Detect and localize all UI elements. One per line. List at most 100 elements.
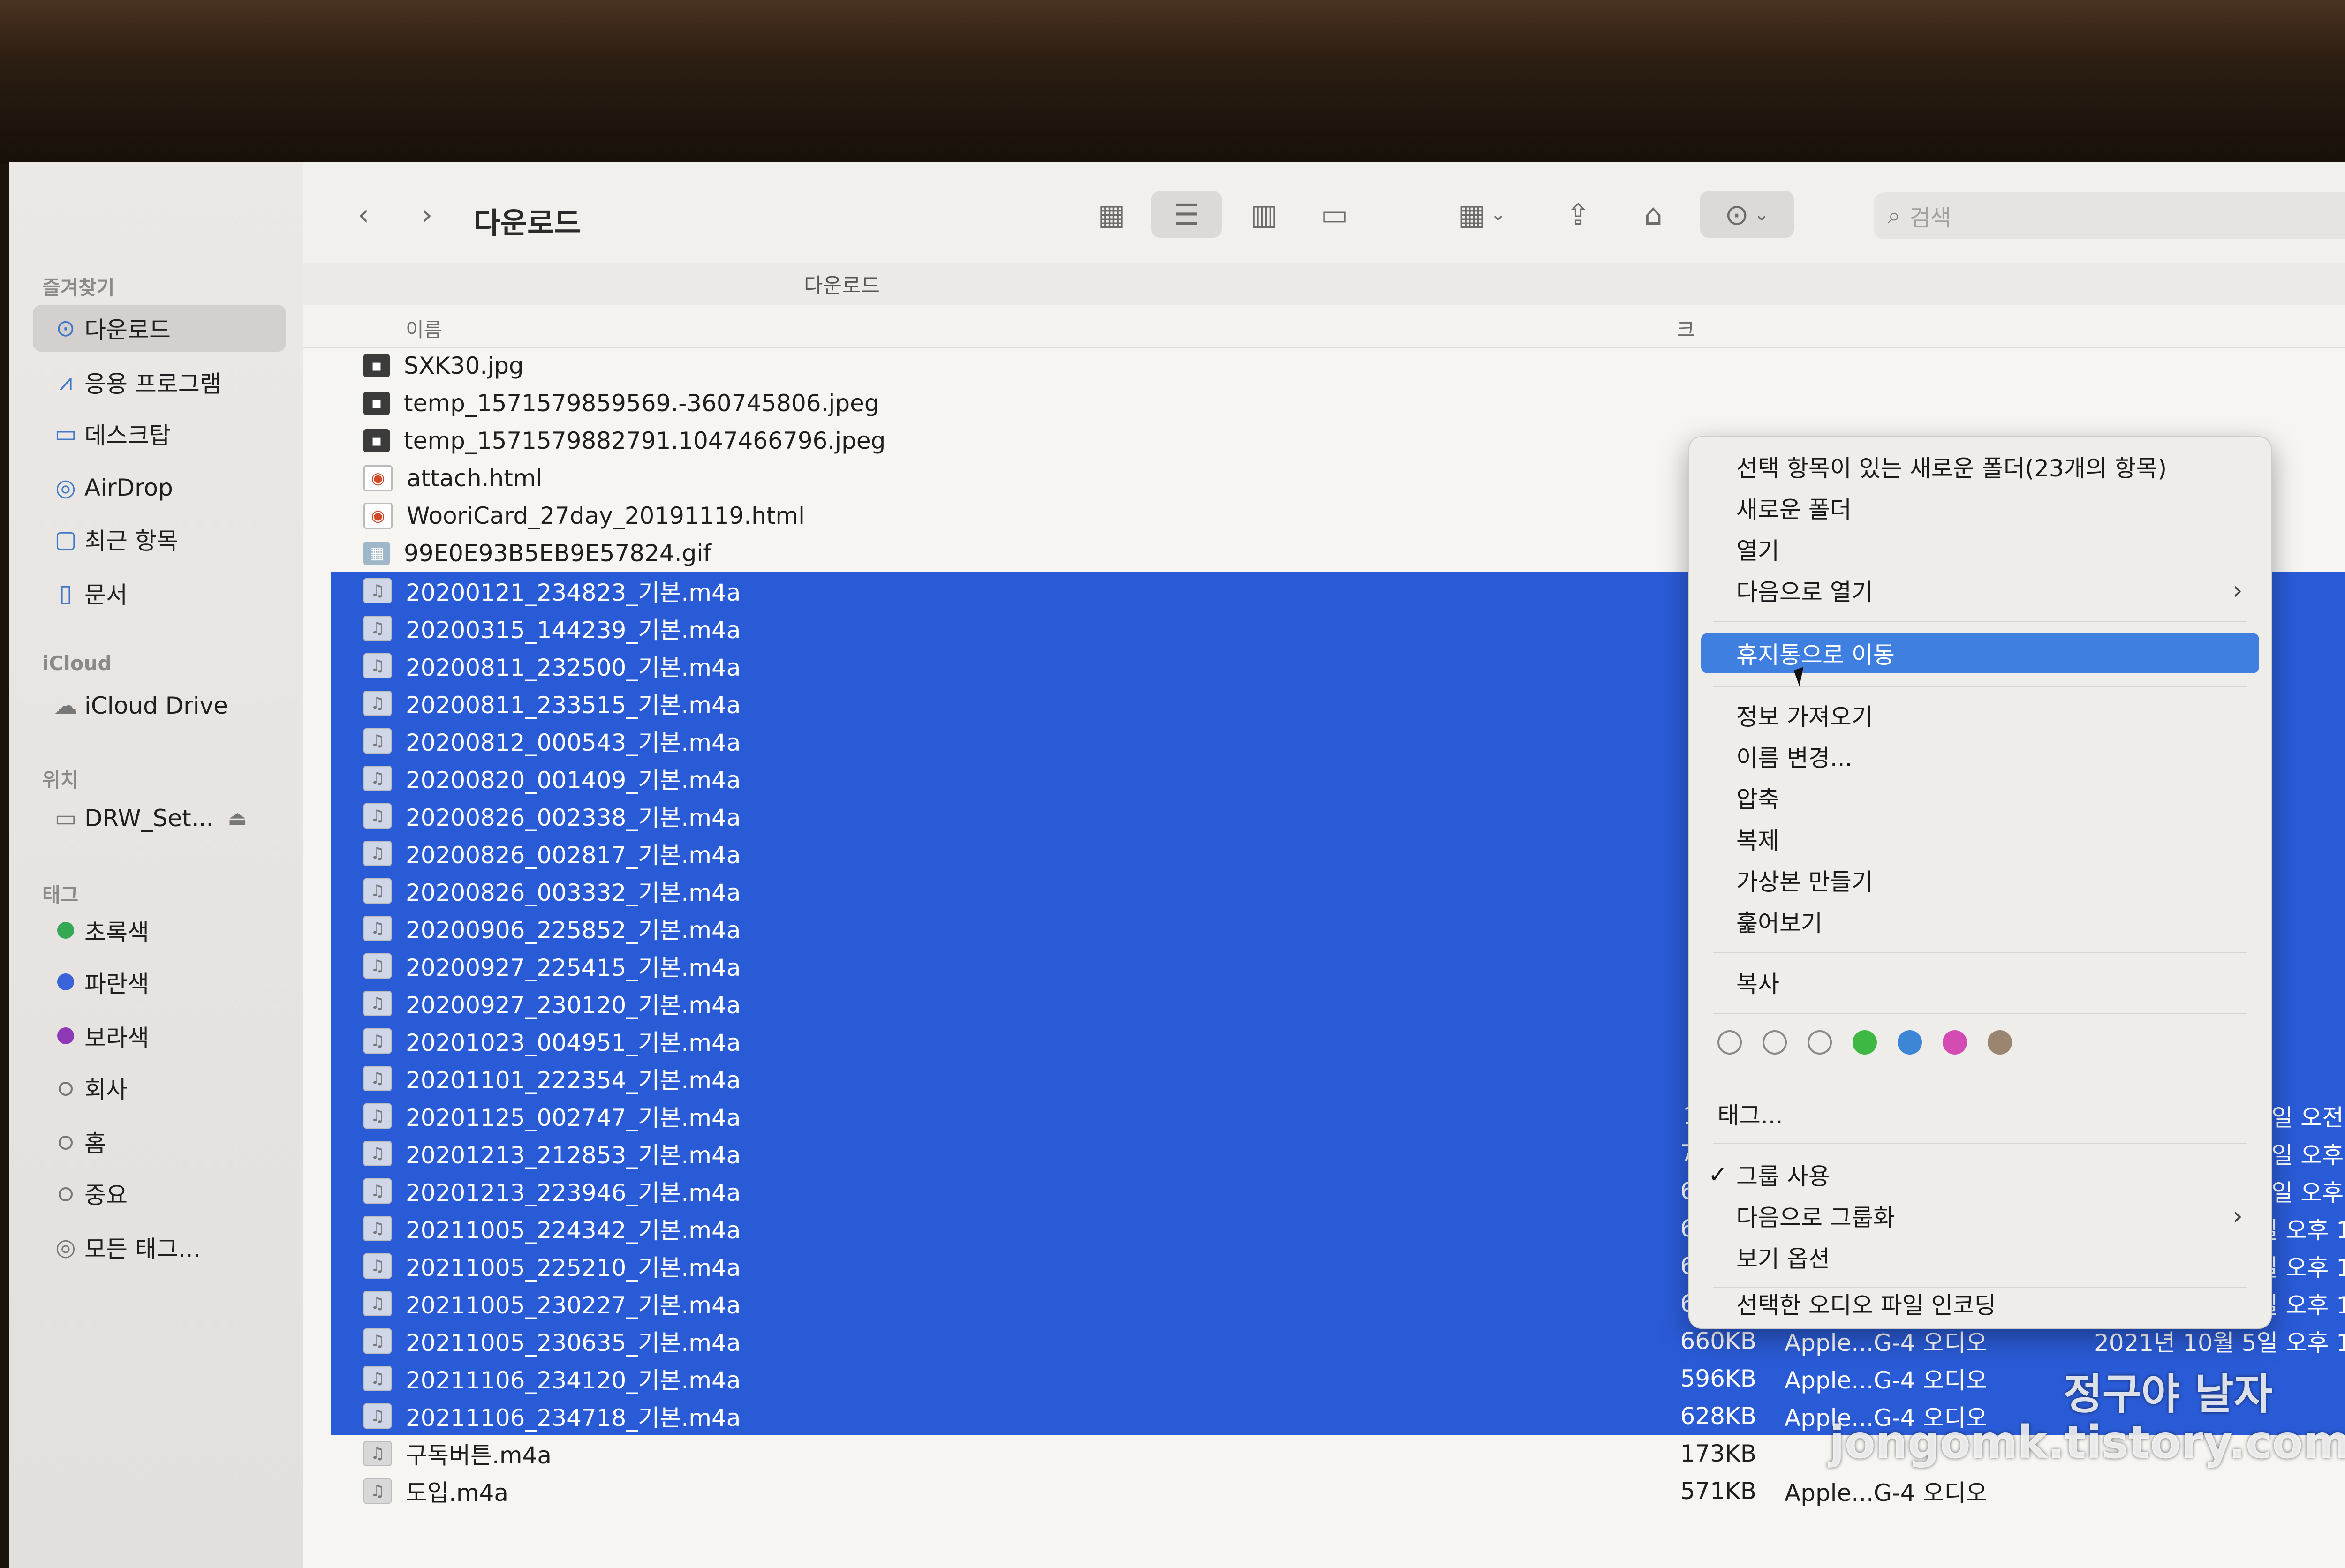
file-name: temp_1571579859569.-360745806.jpeg bbox=[404, 390, 879, 417]
file-size: 596KB bbox=[1680, 1365, 1756, 1392]
menu-item-open[interactable]: 열기 bbox=[1689, 529, 2271, 569]
name-column-header[interactable]: 이름 bbox=[406, 314, 442, 343]
file-row[interactable]: ♫ 도입.m4a 571KB Apple...G-4 오디오 bbox=[331, 1472, 2345, 1510]
audio-file-icon: ♫ bbox=[363, 1028, 392, 1054]
sidebar-tag-work[interactable]: 회사 bbox=[33, 1064, 286, 1111]
action-menu-button[interactable]: ⊙ ⌄ bbox=[1700, 191, 1794, 238]
menu-item-open-with[interactable]: 다음으로 열기 › bbox=[1689, 570, 2271, 611]
columns-icon: ▥ bbox=[1250, 197, 1278, 232]
sidebar-item-downloads[interactable]: ⊙ 다운로드 bbox=[33, 305, 286, 352]
tag-color-dot[interactable] bbox=[1717, 1030, 1742, 1055]
menu-item-new-folder[interactable]: 새로운 폴더 bbox=[1689, 488, 2271, 528]
tag-color-dot[interactable] bbox=[1988, 1030, 2012, 1055]
grid-icon: ▦ bbox=[1097, 197, 1126, 232]
tag-color-dot[interactable] bbox=[1808, 1030, 1832, 1055]
all-tags-icon: ◎ bbox=[55, 1234, 76, 1261]
tag-color-dot[interactable] bbox=[1898, 1030, 1922, 1055]
file-row[interactable]: ▪ temp_1571579859569.-360745806.jpeg bbox=[331, 384, 2345, 422]
chevron-down-icon: ⌄ bbox=[1490, 204, 1506, 225]
back-button[interactable]: ‹ bbox=[342, 191, 385, 238]
audio-file-icon: ♫ bbox=[363, 878, 392, 904]
audio-file-icon: ♫ bbox=[363, 1141, 392, 1166]
file-name: 99E0E93B5EB9E57824.gif bbox=[404, 540, 711, 567]
drive-icon: ▭ bbox=[54, 805, 77, 832]
file-name: WooriCard_27day_20191119.html bbox=[407, 502, 805, 529]
sidebar-section-tags: 태그 bbox=[42, 883, 79, 906]
tag-button[interactable]: ⌂ bbox=[1625, 191, 1681, 238]
gallery-view-button[interactable]: ▭ bbox=[1301, 191, 1367, 238]
list-icon: ☰ bbox=[1173, 197, 1200, 232]
file-name: 20211106_234120_기본.m4a bbox=[406, 1367, 741, 1394]
share-button[interactable]: ⇪ bbox=[1550, 191, 1606, 238]
search-field[interactable]: ⌕ 검색 bbox=[1874, 192, 2345, 239]
menu-item-compress[interactable]: 압축 bbox=[1689, 777, 2271, 818]
path-segment[interactable]: 다운로드 bbox=[303, 263, 1381, 305]
chevron-right-icon: › bbox=[421, 197, 433, 232]
sidebar-item-desktop[interactable]: ▭ 데스크탑 bbox=[33, 410, 286, 457]
menu-item-copy[interactable]: 복사 bbox=[1689, 962, 2271, 1003]
finder-window: 즐겨찾기 ⊙ 다운로드 ⩘ 응용 프로그램 ▭ 데스크탑 ◎ AirDrop ▢… bbox=[9, 162, 2345, 1568]
forward-button[interactable]: › bbox=[406, 191, 448, 238]
eject-icon[interactable]: ⏏ bbox=[227, 807, 247, 830]
gallery-icon: ▭ bbox=[1320, 197, 1348, 232]
sidebar-item-drive[interactable]: ▭ DRW_Set... ⏏ bbox=[33, 795, 286, 842]
sidebar-item-label: 응용 프로그램 bbox=[84, 370, 221, 398]
menu-item-get-info[interactable]: 정보 가져오기 bbox=[1689, 695, 2271, 735]
toolbar: ‹ › 다운로드 ▦ ☰ ▥ ▭ ▦ ⌄ ⇪ ⌂ ⊙ ⌄ ⌕ 검색 bbox=[303, 162, 2345, 264]
menu-item-new-folder-with-selection[interactable]: 선택 항목이 있는 새로운 폴더(23개의 항목) bbox=[1689, 446, 2271, 487]
file-date: 2021년 10월 5일 오후 11:07 bbox=[2094, 1329, 2345, 1357]
sidebar-tag-important[interactable]: 중요 bbox=[33, 1170, 286, 1217]
sidebar-tag-label: 파란색 bbox=[84, 971, 149, 998]
menu-item-rename[interactable]: 이름 변경... bbox=[1689, 736, 2271, 776]
file-name: 20200906_225852_기본.m4a bbox=[406, 917, 741, 944]
file-row[interactable]: ▪ SXK30.jpg bbox=[331, 347, 2345, 384]
menu-item-encode-audio[interactable]: 선택한 오디오 파일 인코딩 bbox=[1689, 1283, 2271, 1324]
file-name: 20201125_002747_기본.m4a bbox=[406, 1104, 741, 1131]
sidebar-item-recents[interactable]: ▢ 최근 항목 bbox=[33, 516, 286, 563]
audio-file-icon: ♫ bbox=[363, 1103, 392, 1129]
menu-item-move-to-trash[interactable]: 휴지통으로 이동 bbox=[1701, 633, 2259, 673]
menu-item-use-groups[interactable]: ✓ 그룹 사용 bbox=[1689, 1154, 2271, 1195]
sidebar-tag-all[interactable]: ◎ 모든 태그... bbox=[33, 1224, 286, 1271]
sidebar-item-icloud-drive[interactable]: ☁ iCloud Drive bbox=[33, 682, 286, 729]
audio-file-icon: ♫ bbox=[363, 1478, 392, 1504]
sidebar-item-label: AirDrop bbox=[84, 474, 173, 501]
file-size: 571KB bbox=[1680, 1478, 1756, 1505]
file-name: 20200826_002817_기본.m4a bbox=[406, 842, 741, 869]
sidebar-tag-green[interactable]: 초록색 bbox=[33, 907, 286, 954]
menu-item-quick-look[interactable]: 훑어보기 bbox=[1689, 901, 2271, 942]
file-row[interactable]: ♫ 20211106_234120_기본.m4a 596KB Apple...G-4 … bbox=[331, 1360, 2345, 1397]
tag-color-dot[interactable] bbox=[1943, 1030, 1967, 1055]
column-view-button[interactable]: ▥ bbox=[1231, 191, 1297, 238]
file-name: 20200826_002338_기본.m4a bbox=[406, 804, 741, 831]
menu-item-duplicate[interactable]: 복제 bbox=[1689, 819, 2271, 859]
size-column-header[interactable]: 크 bbox=[1677, 314, 1695, 343]
applications-icon: ⩘ bbox=[59, 368, 73, 396]
sidebar-item-documents[interactable]: ▯ 문서 bbox=[33, 570, 286, 617]
menu-item-make-alias[interactable]: 가상본 만들기 bbox=[1689, 860, 2271, 900]
menu-item-view-options[interactable]: 보기 옵션 bbox=[1689, 1237, 2271, 1277]
ellipsis-circle-icon: ⊙ bbox=[1725, 197, 1749, 232]
sidebar-item-label: 최근 항목 bbox=[84, 528, 178, 555]
list-view-button[interactable]: ☰ bbox=[1151, 191, 1222, 238]
sidebar-tag-blue[interactable]: 파란색 bbox=[33, 959, 286, 1006]
share-icon: ⇪ bbox=[1566, 197, 1590, 232]
audio-file-icon: ♫ bbox=[363, 616, 392, 641]
tag-color-dot[interactable] bbox=[1763, 1030, 1787, 1055]
audio-file-icon: ♫ bbox=[363, 1403, 392, 1429]
tag-ring-icon bbox=[59, 1082, 73, 1096]
group-button[interactable]: ▦ ⌄ bbox=[1437, 191, 1527, 238]
sidebar-item-airdrop[interactable]: ◎ AirDrop bbox=[33, 464, 286, 511]
file-kind: Apple...G-4 오디오 bbox=[1785, 1479, 1988, 1507]
menu-separator bbox=[1713, 952, 2247, 953]
audio-file-icon: ♫ bbox=[363, 691, 392, 716]
tag-color-dot[interactable] bbox=[1853, 1030, 1877, 1055]
file-kind: Apple...G-4 오디오 bbox=[1785, 1329, 1988, 1357]
menu-item-group-by[interactable]: 다음으로 그룹화 › bbox=[1689, 1196, 2271, 1236]
sidebar-item-applications[interactable]: ⩘ 응용 프로그램 bbox=[33, 359, 286, 406]
menu-item-tags[interactable]: 태그... bbox=[1689, 1093, 2271, 1134]
sidebar-tag-purple[interactable]: 보라색 bbox=[33, 1013, 286, 1060]
tag-icon: ⌂ bbox=[1644, 197, 1663, 232]
sidebar-tag-home[interactable]: 홈 bbox=[33, 1118, 286, 1165]
icon-view-button[interactable]: ▦ bbox=[1081, 191, 1142, 238]
